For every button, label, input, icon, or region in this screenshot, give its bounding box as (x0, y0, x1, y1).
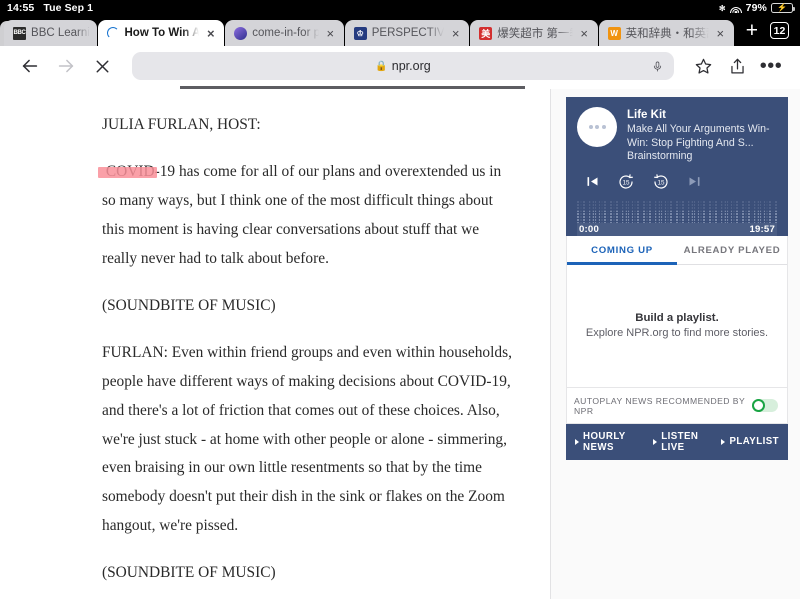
skip-previous-icon[interactable] (585, 174, 600, 189)
orange-w-favicon: W (607, 26, 621, 40)
skip-next-icon[interactable] (687, 174, 702, 189)
playback-time-row[interactable]: 0:00 19:57 (577, 222, 777, 236)
playlist-tabs: COMING UP ALREADY PLAYED (567, 236, 787, 265)
tab-close-button[interactable]: × (204, 27, 217, 40)
play-triangle-icon (575, 438, 579, 445)
tab-title: PERSPECTIVE (371, 27, 445, 39)
current-time-label: 0:00 (579, 223, 600, 235)
episode-title: Make All Your Arguments Win-Win: Stop Fi… (627, 123, 770, 162)
rewind-15-icon[interactable]: 15 (617, 173, 635, 191)
tab-close-button[interactable]: × (578, 27, 591, 40)
tab-title: come-in-for ph (252, 27, 319, 39)
transcript-paragraph-highlighted: COVID-19 has come for all of our plans a… (98, 158, 512, 273)
browser-tab-strip: BBC BBC Learnin How To Win An × come-in-… (0, 16, 800, 46)
browser-tab-perspective[interactable]: ♔ PERSPECTIVE × (344, 20, 470, 46)
bbc-favicon: BBC (13, 26, 27, 40)
play-triangle-icon (721, 438, 726, 445)
autoplay-row: AUTOPLAY NEWS RECOMMENDED BY NPR (567, 386, 787, 423)
tab-title: 爆笑超市 第一季 (497, 28, 573, 40)
progress-bar-fill (180, 86, 525, 89)
page-load-progress (0, 86, 800, 89)
browser-tab-baoxiao[interactable]: 美 爆笑超市 第一季 × (470, 20, 598, 46)
transcript-soundbite-2: (SOUNDBITE OF MUSIC) (102, 564, 276, 582)
loading-spinner-icon (107, 27, 120, 39)
empty-state-heading: Build a playlist. (635, 312, 719, 324)
nav-label: LISTEN LIVE (661, 430, 699, 453)
nav-hourly-news[interactable]: HOURLY NEWS (575, 431, 640, 453)
wifi-icon (729, 3, 742, 13)
star-icon[interactable] (686, 49, 720, 83)
tab-close-button[interactable]: × (324, 27, 337, 40)
bluetooth-icon: ✻ (718, 3, 726, 13)
url-display: 🔒 npr.org (375, 59, 430, 73)
page-content: JULIA FURLAN, HOST: COVID-19 has come fo… (0, 89, 800, 599)
battery-icon: ⚡ (771, 2, 795, 14)
duration-label: 19:57 (749, 223, 775, 235)
url-text: npr.org (391, 59, 431, 73)
tab-count-badge[interactable]: 12 (770, 22, 789, 39)
player-metadata: Life Kit Make All Your Arguments Win-Win… (627, 107, 777, 164)
tab-already-played[interactable]: ALREADY PLAYED (677, 236, 787, 264)
red-mei-favicon: 美 (479, 26, 493, 40)
player-bottom-nav: HOURLY NEWS LISTEN LIVE PLAYLIST (566, 423, 788, 460)
charging-bolt-icon: ⚡ (776, 3, 788, 12)
tab-title: 英和辞典・和英辞 (625, 28, 709, 40)
purple-globe-favicon (234, 26, 248, 40)
more-dots-icon[interactable]: ••• (754, 49, 788, 83)
ios-status-bar: 14:55 Tue Sep 1 ✻ 79% ⚡ (0, 0, 800, 16)
npr-player-sidebar: Life Kit Make All Your Arguments Win-Win… (550, 89, 800, 599)
stop-loading-icon[interactable] (84, 48, 120, 84)
tab-list: BBC BBC Learnin How To Win An × come-in-… (0, 16, 734, 46)
tab-title: How To Win An (124, 27, 200, 39)
new-tab-button[interactable]: + (746, 20, 758, 41)
tab-coming-up[interactable]: COMING UP (567, 236, 677, 265)
audio-waveform[interactable] (577, 200, 777, 223)
playback-controls: 15 15 (577, 164, 777, 201)
svg-text:15: 15 (622, 179, 630, 186)
svg-text:15: 15 (657, 179, 665, 186)
nav-listen-live[interactable]: LISTEN LIVE (653, 431, 708, 453)
lock-icon: 🔒 (375, 60, 388, 72)
tab-title: BBC Learnin (31, 27, 91, 39)
transcript-speaker-label: JULIA FURLAN, HOST: (102, 116, 261, 133)
autoplay-label: AUTOPLAY NEWS RECOMMENDED BY NPR (574, 395, 745, 416)
podcast-show-name: Life Kit (627, 109, 666, 121)
status-time: 14:55 (7, 2, 35, 14)
tabstrip-actions: + 12 (734, 20, 800, 46)
status-date: Tue Sep 1 (43, 2, 94, 14)
back-arrow-icon[interactable] (12, 48, 48, 84)
browser-tab-how-to-win-active[interactable]: How To Win An × (98, 20, 225, 46)
playlist-panel: COMING UP ALREADY PLAYED Build a playlis… (566, 235, 788, 424)
tab-close-button[interactable]: × (714, 27, 727, 40)
browser-toolbar: 🔒 npr.org ••• (0, 46, 800, 86)
nav-label: HOURLY NEWS (583, 430, 626, 453)
status-right-cluster: ✻ 79% ⚡ (718, 2, 795, 14)
transcript-soundbite-1: (SOUNDBITE OF MUSIC) (102, 296, 276, 314)
browser-tab-bbc[interactable]: BBC BBC Learnin (4, 20, 98, 46)
play-triangle-icon (653, 438, 658, 445)
transcript-paragraph-2: FURLAN: Even within friend groups and ev… (102, 344, 512, 535)
playlist-empty-state: Build a playlist. Explore NPR.org to fin… (567, 265, 787, 387)
player-now-playing: Life Kit Make All Your Arguments Win-Win… (577, 107, 777, 164)
tab-close-button[interactable]: × (449, 27, 462, 40)
autoplay-toggle[interactable] (752, 399, 778, 412)
blue-crest-favicon: ♔ (353, 26, 367, 40)
share-icon[interactable] (720, 49, 754, 83)
waveform-pattern (577, 200, 777, 223)
paragraph-text: COVID-19 has come for all of our plans a… (102, 163, 502, 267)
browser-tab-eiwa-jiten[interactable]: W 英和辞典・和英辞 × (598, 20, 734, 46)
forward-arrow-icon (48, 48, 84, 84)
empty-state-subtext: Explore NPR.org to find more stories. (585, 327, 769, 339)
browser-tab-come-in-for[interactable]: come-in-for ph × (225, 20, 344, 46)
forward-15-icon[interactable]: 15 (652, 173, 670, 191)
microphone-icon[interactable] (650, 58, 664, 74)
article-transcript: JULIA FURLAN, HOST: COVID-19 has come fo… (0, 89, 550, 599)
battery-percent-label: 79% (745, 2, 767, 14)
podcast-dots-artwork (577, 107, 617, 147)
nav-playlist[interactable]: PLAYLIST (721, 436, 779, 447)
nav-label: PLAYLIST (729, 436, 779, 447)
url-address-bar[interactable]: 🔒 npr.org (132, 52, 674, 80)
audio-player: Life Kit Make All Your Arguments Win-Win… (566, 97, 788, 236)
